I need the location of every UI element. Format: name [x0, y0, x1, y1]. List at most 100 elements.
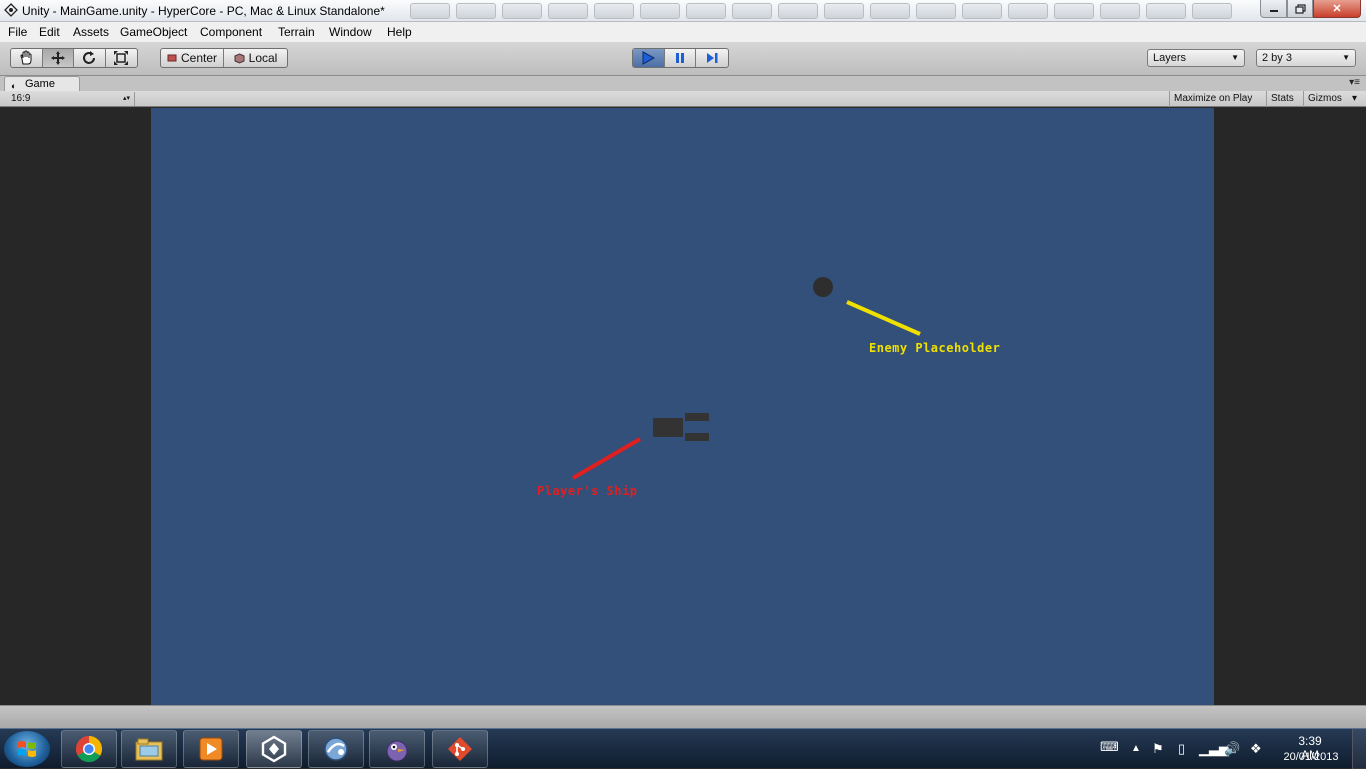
- pivot-rotation-label: Local: [248, 51, 278, 65]
- maximize-icon: [1294, 3, 1306, 14]
- tab-game[interactable]: ◐ Game: [4, 76, 80, 91]
- game-panel-tabbar: ◐ Game ▾≡: [0, 76, 1366, 91]
- play-icon: [642, 51, 656, 65]
- keyboard-icon[interactable]: ⌨: [1100, 739, 1119, 755]
- maximize-on-play-toggle[interactable]: Maximize on Play: [1169, 91, 1256, 107]
- blurred-tab[interactable]: [410, 3, 450, 19]
- layout-dropdown[interactable]: 2 by 3 ▼: [1256, 49, 1356, 67]
- blurred-tab[interactable]: [1054, 3, 1094, 19]
- menu-help[interactable]: Help: [387, 25, 412, 39]
- start-button[interactable]: [4, 731, 50, 767]
- menu-gameobject[interactable]: GameObject: [120, 25, 187, 39]
- step-button[interactable]: [696, 49, 728, 67]
- taskbar-chrome[interactable]: [61, 730, 117, 768]
- pivot-rotation-button[interactable]: Local: [224, 49, 287, 67]
- menu-edit[interactable]: Edit: [39, 25, 60, 39]
- hand-tool-button[interactable]: [11, 49, 43, 67]
- taskbar-unity[interactable]: [246, 730, 302, 768]
- pidgin-icon: [386, 740, 408, 762]
- rotate-icon: [83, 51, 96, 64]
- scale-tool-button[interactable]: [106, 49, 137, 67]
- scale-icon: [114, 51, 129, 65]
- minimize-button[interactable]: [1260, 0, 1287, 18]
- blurred-tab[interactable]: [732, 3, 772, 19]
- taskbar-git[interactable]: [432, 730, 488, 768]
- dropdown-arrow-icon: ▼: [1342, 53, 1350, 62]
- media-player-icon: [199, 737, 223, 761]
- clock-date[interactable]: 20/01/2013: [1280, 751, 1342, 763]
- blurred-tab[interactable]: [686, 3, 726, 19]
- battery-icon[interactable]: ▯: [1178, 741, 1185, 757]
- move-icon: [50, 51, 65, 65]
- pivot-mode-button[interactable]: Center: [161, 49, 225, 67]
- menu-file[interactable]: File: [8, 25, 27, 39]
- git-icon: [448, 737, 472, 761]
- taskbar-pidgin[interactable]: [369, 730, 425, 768]
- taskbar-media-player[interactable]: [183, 730, 239, 768]
- menu-assets[interactable]: Assets: [73, 25, 109, 39]
- pivot-toggles: Center Local: [160, 48, 288, 68]
- blurred-tab[interactable]: [548, 3, 588, 19]
- menu-terrain[interactable]: Terrain: [278, 25, 315, 39]
- ship-label: Player's Ship: [537, 484, 638, 498]
- stats-toggle[interactable]: Stats: [1266, 91, 1298, 107]
- menu-component[interactable]: Component: [200, 25, 262, 39]
- restore-button[interactable]: [1287, 0, 1313, 18]
- pause-icon: [676, 53, 684, 63]
- toolbar: Center Local Layers ▼ 2 by 3 ▼: [0, 42, 1366, 76]
- blurred-tab[interactable]: [1146, 3, 1186, 19]
- tab-game-label: Game: [25, 78, 55, 90]
- move-tool-button[interactable]: [42, 49, 74, 67]
- blurred-tab[interactable]: [502, 3, 542, 19]
- menu-window[interactable]: Window: [329, 25, 372, 39]
- chrome-icon: [75, 735, 103, 763]
- game-viewport[interactable]: [151, 108, 1214, 705]
- stepper-arrow-icon: ▴▾: [122, 95, 130, 102]
- layout-label: 2 by 3: [1262, 52, 1292, 64]
- blurred-tab[interactable]: [778, 3, 818, 19]
- taskbar-remote-app[interactable]: [308, 730, 364, 768]
- blurred-tab[interactable]: [1192, 3, 1232, 19]
- pivot-mode-label: Center: [180, 51, 218, 65]
- show-hidden-icons-icon[interactable]: ▲: [1131, 743, 1141, 754]
- blurred-tab[interactable]: [594, 3, 634, 19]
- blurred-tab[interactable]: [1100, 3, 1140, 19]
- layers-label: Layers: [1153, 52, 1187, 64]
- aspect-ratio-value: 16:9: [11, 93, 31, 104]
- volume-icon[interactable]: 🔊: [1224, 741, 1240, 757]
- gizmos-dropdown-icon[interactable]: ▾: [1348, 91, 1361, 107]
- blurred-tab[interactable]: [916, 3, 956, 19]
- action-center-flag-icon[interactable]: ⚑: [1152, 741, 1164, 757]
- enemy-label: Enemy Placeholder: [869, 341, 1001, 355]
- gizmos-toggle[interactable]: Gizmos: [1303, 91, 1346, 107]
- blurred-tab[interactable]: [456, 3, 496, 19]
- play-button[interactable]: [633, 49, 665, 67]
- pause-button[interactable]: [665, 49, 697, 67]
- remote-app-icon: [324, 737, 348, 761]
- blurred-tab[interactable]: [824, 3, 864, 19]
- blurred-tab[interactable]: [870, 3, 910, 19]
- hand-icon: [20, 50, 32, 65]
- player-ship-body: [653, 418, 683, 437]
- close-icon: ✕: [1332, 3, 1342, 15]
- title-bar: Unity - MainGame.unity - HyperCore - PC,…: [0, 0, 1366, 22]
- game-view-controls: 16:9 ▴▾ Maximize on Play Stats Gizmos ▾: [0, 91, 1366, 107]
- player-ship-fin-bottom: [685, 433, 709, 441]
- windows-taskbar: ⌨ ▲ ⚑ ▯ ▁▃▅ 🔊 ❖ 3:39 AM 20/01/2013: [0, 728, 1366, 769]
- enemy-placeholder: [813, 277, 833, 297]
- show-desktop-button[interactable]: [1352, 729, 1366, 769]
- blurred-tab[interactable]: [962, 3, 1002, 19]
- aspect-ratio-select[interactable]: 16:9 ▴▾: [6, 92, 135, 106]
- rotate-tool-button[interactable]: [74, 49, 106, 67]
- close-button[interactable]: ✕: [1313, 0, 1361, 18]
- window-title: Unity - MainGame.unity - HyperCore - PC,…: [22, 4, 385, 18]
- layers-dropdown[interactable]: Layers ▼: [1147, 49, 1245, 67]
- blurred-tab[interactable]: [1008, 3, 1048, 19]
- step-icon: [707, 53, 718, 63]
- dropbox-icon[interactable]: ❖: [1250, 741, 1262, 757]
- taskbar-explorer[interactable]: [121, 730, 177, 768]
- blurred-tab[interactable]: [640, 3, 680, 19]
- dropdown-arrow-icon: ▼: [1231, 53, 1239, 62]
- panel-menu-icon[interactable]: ▾≡: [1349, 77, 1360, 88]
- unity-icon: [261, 735, 287, 763]
